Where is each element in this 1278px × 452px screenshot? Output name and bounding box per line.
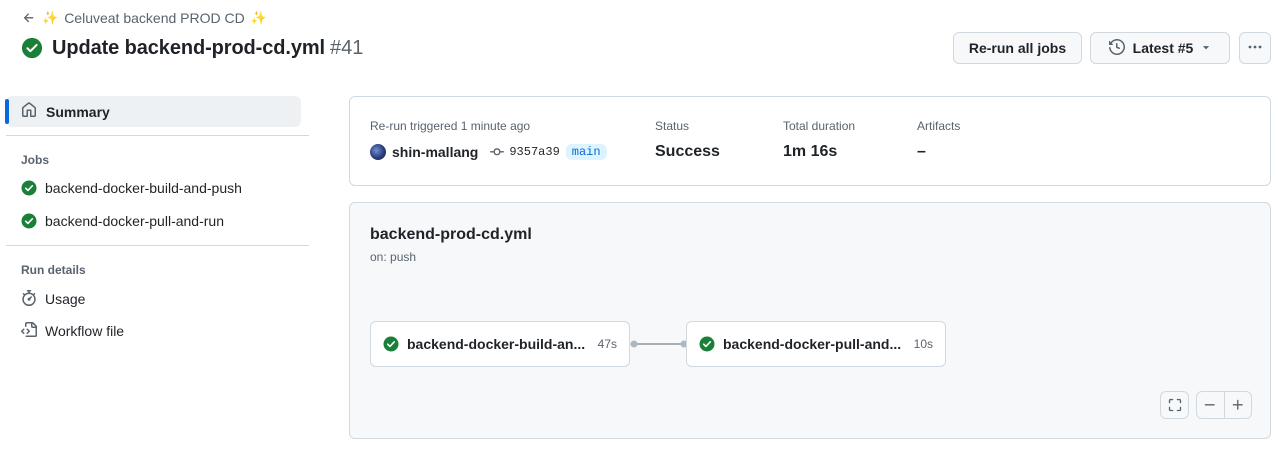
artifacts-value: –: [917, 143, 926, 160]
artifacts-label: Artifacts: [917, 119, 961, 133]
sidebar-item-label: Workflow file: [45, 323, 125, 339]
duration-column: Total duration 1m 16s: [783, 119, 855, 161]
workflow-graph-card: backend-prod-cd.yml on: push backend-doc…: [349, 202, 1271, 439]
success-check-icon: [21, 213, 37, 229]
sidebar-item-label: backend-docker-pull-and-run: [45, 213, 224, 229]
graph-job-duration: 10s: [913, 337, 933, 351]
dash-icon: [1205, 404, 1216, 406]
sidebar-item-workflow-file[interactable]: Workflow file: [0, 315, 310, 347]
branch-label[interactable]: main: [565, 144, 607, 160]
git-commit-icon: [490, 148, 505, 156]
history-icon: [1108, 38, 1125, 58]
zoom-in-button[interactable]: [1224, 392, 1251, 418]
workflow-trigger: on: push: [370, 250, 417, 264]
active-indicator: [5, 99, 9, 124]
more-options-button[interactable]: [1239, 32, 1271, 64]
run-summary-card: Re-run triggered 1 minute ago shin-malla…: [349, 96, 1271, 186]
zoom-out-button[interactable]: [1197, 392, 1224, 418]
run-title: Update backend-prod-cd.yml: [52, 36, 325, 59]
graph-job-duration: 47s: [597, 337, 617, 351]
fullscreen-button[interactable]: [1160, 391, 1189, 419]
artifacts-column: Artifacts –: [917, 119, 960, 161]
status-value: Success: [655, 143, 720, 160]
jobs-heading: Jobs: [21, 153, 50, 167]
avatar[interactable]: [370, 144, 386, 160]
sidebar-item-label: Usage: [45, 291, 86, 307]
graph-job-label: backend-docker-build-an...: [407, 336, 586, 352]
file-code-icon: [21, 321, 37, 341]
run-number: #41: [330, 36, 364, 59]
latest-attempt-label: Latest #5: [1132, 40, 1194, 56]
arrow-left-icon[interactable]: [22, 11, 36, 25]
page-title: Update backend-prod-cd.yml #41: [21, 34, 363, 62]
caret-down-icon: [1201, 40, 1211, 56]
success-check-icon: [699, 336, 715, 352]
plus-icon: [1232, 399, 1243, 410]
sidebar-item-label: Summary: [46, 103, 110, 120]
success-check-icon: [21, 180, 37, 196]
divider: [6, 135, 309, 136]
status-column: Status Success: [655, 119, 720, 161]
sidebar-item-label: backend-docker-build-and-push: [45, 180, 242, 196]
stopwatch-icon: [21, 289, 37, 309]
breadcrumb[interactable]: ✨ Celuveat backend PROD CD ✨: [22, 9, 267, 27]
graph-job-node[interactable]: backend-docker-pull-and... 10s: [686, 321, 946, 367]
run-details-heading: Run details: [21, 263, 86, 277]
sidebar-item-summary[interactable]: Summary: [5, 96, 301, 127]
workflow-file-name: backend-prod-cd.yml: [370, 226, 532, 243]
commit-link[interactable]: 9357a39: [490, 145, 560, 159]
rerun-all-jobs-label: Re-run all jobs: [968, 40, 1067, 56]
sparkle-icon: ✨: [250, 10, 267, 25]
success-check-icon: [383, 336, 399, 352]
divider: [6, 245, 309, 246]
user-link[interactable]: shin-mallang: [392, 144, 478, 160]
kebab-horizontal-icon: [1247, 39, 1263, 58]
zoom-controls: [1196, 391, 1252, 419]
duration-label: Total duration: [783, 119, 856, 133]
latest-attempt-dropdown[interactable]: Latest #5: [1090, 32, 1230, 64]
rerun-all-jobs-button[interactable]: Re-run all jobs: [953, 32, 1082, 64]
graph-job-node[interactable]: backend-docker-build-an... 47s: [370, 321, 630, 367]
duration-value: 1m 16s: [783, 143, 838, 160]
home-icon: [21, 102, 37, 121]
sidebar-item-job[interactable]: backend-docker-build-and-push: [0, 172, 310, 204]
commit-sha: 9357a39: [509, 145, 560, 159]
fullscreen-icon: [1168, 398, 1181, 412]
sidebar-item-job[interactable]: backend-docker-pull-and-run: [0, 205, 310, 237]
sidebar-item-usage[interactable]: Usage: [0, 283, 310, 315]
status-label: Status: [655, 119, 690, 133]
workflow-name-link[interactable]: Celuveat backend PROD CD: [64, 10, 245, 26]
trigger-label: Re-run triggered 1 minute ago: [370, 119, 531, 133]
graph-job-label: backend-docker-pull-and...: [723, 336, 902, 352]
sidebar: Summary Jobs backend-docker-build-and-pu…: [0, 96, 310, 347]
success-check-icon: [21, 37, 43, 59]
sparkle-icon: ✨: [42, 10, 59, 25]
job-connector: [630, 340, 688, 348]
trigger-column: Re-run triggered 1 minute ago shin-malla…: [370, 119, 607, 160]
